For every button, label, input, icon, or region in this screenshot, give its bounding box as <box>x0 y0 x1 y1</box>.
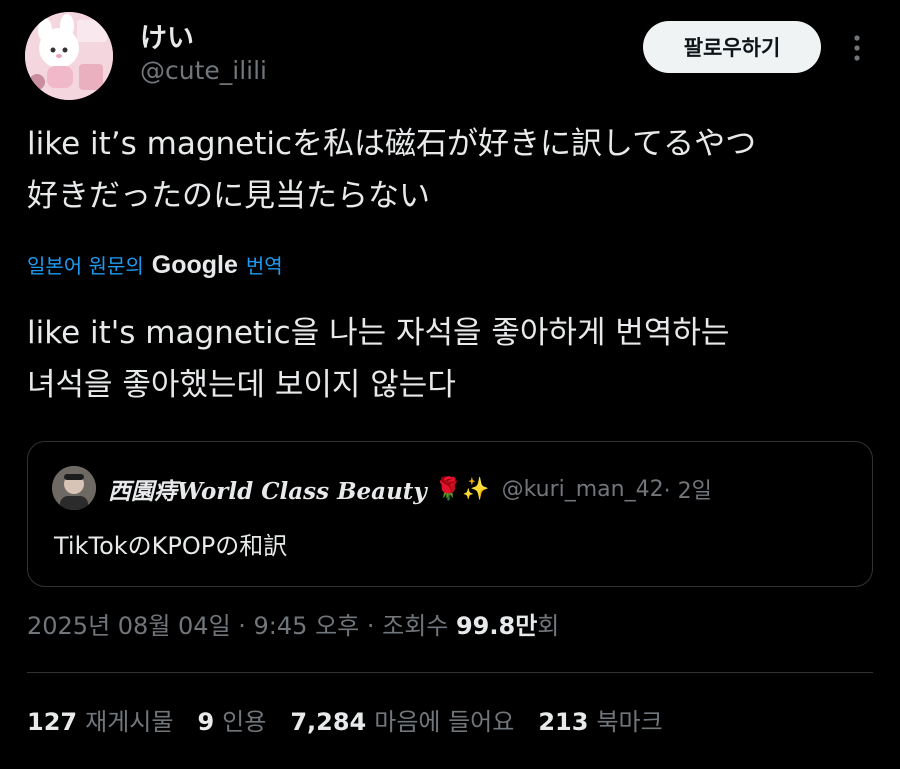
translation-prefix: 일본어 원문의 <box>27 254 144 278</box>
translation-attribution[interactable]: 일본어 원문의 Google 번역 <box>27 250 283 280</box>
quotes-stat[interactable]: 9 인용 <box>197 702 266 737</box>
quoted-tweet-text: TikTokのKPOPの和訳 <box>54 532 288 560</box>
quoted-author-name[interactable]: 西園痔World Class Beauty <box>108 472 427 506</box>
reposts-label: 재게시물 <box>85 708 174 736</box>
author-name[interactable]: けい <box>140 16 194 55</box>
likes-count: 7,284 <box>290 708 367 736</box>
reposts-stat[interactable]: 127 재게시물 <box>27 702 173 737</box>
likes-stat[interactable]: 7,284 마음에 들어요 <box>290 702 514 737</box>
quotes-count: 9 <box>197 708 215 736</box>
bookmarks-label: 북마크 <box>596 708 663 736</box>
more-vertical-icon <box>854 35 860 61</box>
more-options-button[interactable] <box>842 28 872 68</box>
views-count: 99.8만 <box>455 612 538 640</box>
tweet-body: like it’s magneticを私は磁石が好きに訳してるやつ 好きだったの… <box>27 118 877 222</box>
quoted-avatar-photo-icon <box>52 466 96 510</box>
views-suffix: 회 <box>537 612 560 640</box>
tweet-detail: けい @cute_ilili 팔로우하기 like it’s magneticを… <box>0 0 900 769</box>
reposts-count: 127 <box>27 708 78 736</box>
tweet-line-1: like it’s magneticを私は磁石が好きに訳してるやつ <box>27 126 757 162</box>
google-logo: Google <box>151 251 238 279</box>
translation-suffix: 번역 <box>245 254 283 278</box>
follow-button[interactable]: 팔로우하기 <box>643 21 821 73</box>
author-handle[interactable]: @cute_ilili <box>140 56 267 85</box>
engagement-stats: 127 재게시물 9 인용 7,284 마음에 들어요 213 북마크 <box>27 702 687 737</box>
quoted-tweet-time: · 2일 <box>663 479 712 504</box>
translated-body: like it's magnetic을 나는 자석을 좋아하게 번역하는 녀석을… <box>27 307 877 411</box>
likes-label: 마음에 들어요 <box>374 708 515 736</box>
rose-sparkles-emoji: 🌹✨ <box>434 476 490 502</box>
translated-line-2: 녀석을 좋아했는데 보이지 않는다 <box>27 367 456 403</box>
translated-line-1: like it's magnetic을 나는 자석을 좋아하게 번역하는 <box>27 315 730 351</box>
tweet-line-2: 好きだったのに見当たらない <box>27 178 430 214</box>
tweet-meta: 2025년 08월 04일 · 9:45 오후 · 조회수 99.8만회 <box>27 606 559 641</box>
divider <box>27 672 873 673</box>
quoted-tweet-header: 西園痔World Class Beauty 🌹✨ @kuri_man_42 · … <box>108 472 712 506</box>
tweet-datetime[interactable]: 2025년 08월 04일 · 9:45 오후 · 조회수 <box>27 612 456 640</box>
author-avatar[interactable] <box>25 12 113 100</box>
quoted-author-handle[interactable]: @kuri_man_42 <box>502 477 664 502</box>
quoted-tweet-card[interactable]: 西園痔World Class Beauty 🌹✨ @kuri_man_42 · … <box>27 441 873 587</box>
quoted-author-avatar[interactable] <box>52 466 96 510</box>
bookmarks-count: 213 <box>538 708 589 736</box>
avatar-illustration-icon <box>25 12 113 100</box>
bookmarks-stat[interactable]: 213 북마크 <box>538 702 662 737</box>
quotes-label: 인용 <box>222 708 267 736</box>
